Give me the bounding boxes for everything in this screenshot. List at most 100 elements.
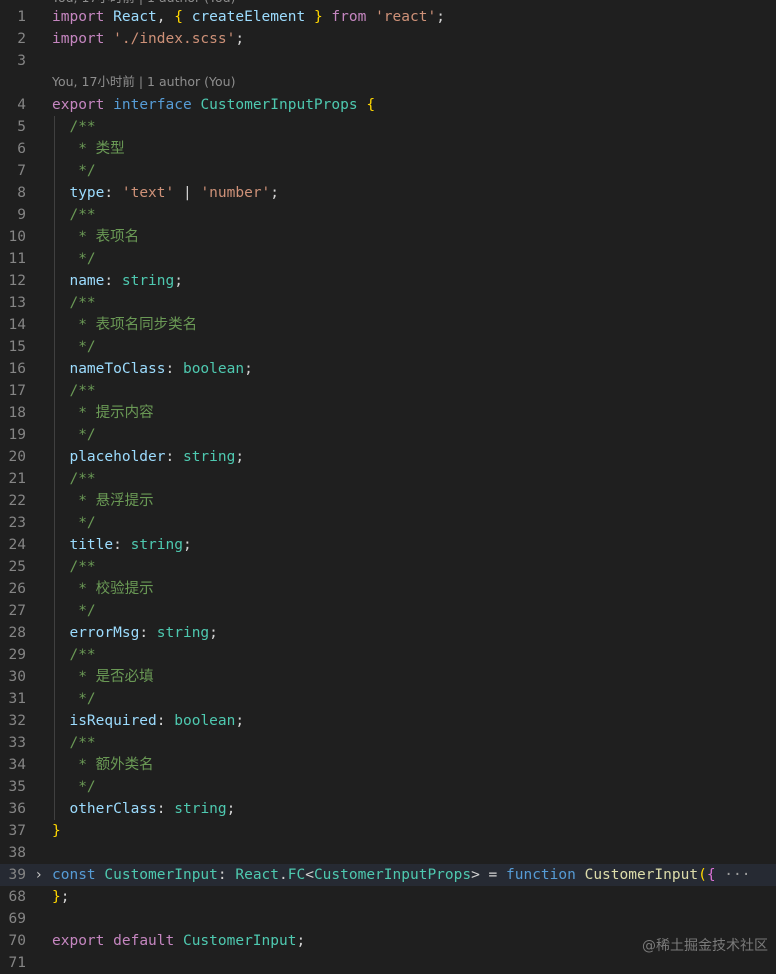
code-line[interactable]: 12 name: string;: [0, 270, 776, 292]
code-token: string: [174, 801, 227, 817]
code-token: */: [52, 251, 96, 267]
code-token: */: [52, 779, 96, 795]
code-line[interactable]: 22 * 悬浮提示: [0, 490, 776, 512]
line-number: 2: [17, 31, 26, 47]
code-line[interactable]: 23 */: [0, 512, 776, 534]
fold-ellipsis[interactable]: ···: [716, 867, 750, 883]
code-line[interactable]: 11 */: [0, 248, 776, 270]
code-line[interactable]: 5 /**: [0, 116, 776, 138]
code-line[interactable]: 14 * 表项名同步类名: [0, 314, 776, 336]
code-line[interactable]: 36 otherClass: string;: [0, 798, 776, 820]
code-line[interactable]: 38: [0, 842, 776, 864]
code-line[interactable]: 1 import React, { createElement } from 'r…: [0, 6, 776, 28]
code-token: */: [52, 691, 96, 707]
code-line[interactable]: 10 * 表项名: [0, 226, 776, 248]
code-token: 'react': [375, 9, 437, 25]
code-line[interactable]: 69: [0, 908, 776, 930]
code-line[interactable]: 24 title: string;: [0, 534, 776, 556]
code-text: * 类型: [52, 138, 124, 160]
line-number: 15: [8, 339, 26, 355]
code-token: */: [52, 515, 96, 531]
code-line[interactable]: 30 * 是否必填: [0, 666, 776, 688]
code-line[interactable]: 2 import './index.scss';: [0, 28, 776, 50]
code-token: string: [182, 449, 236, 465]
line-number: 38: [8, 845, 26, 861]
code-line[interactable]: 9 /**: [0, 204, 776, 226]
code-text: };: [52, 886, 69, 908]
code-token: ;: [436, 9, 445, 25]
code-line[interactable]: 37}: [0, 820, 776, 842]
line-number: 7: [17, 163, 26, 179]
code-text: /**: [52, 644, 95, 666]
code-line[interactable]: 16 nameToClass: boolean;: [0, 358, 776, 380]
code-line[interactable]: 71: [0, 952, 776, 974]
code-line[interactable]: 20 placeholder: string;: [0, 446, 776, 468]
code-token: interface: [113, 97, 192, 113]
line-number: 25: [8, 559, 26, 575]
line-number: 21: [8, 471, 26, 487]
code-token: ;: [60, 889, 70, 905]
code-token: :: [165, 361, 183, 377]
code-line[interactable]: 21 /**: [0, 468, 776, 490]
code-line[interactable]: 32 isRequired: boolean;: [0, 710, 776, 732]
code-line[interactable]: 33 /**: [0, 732, 776, 754]
code-line[interactable]: 19 */: [0, 424, 776, 446]
code-token: function: [506, 867, 576, 883]
code-token: * 表项名同步类名: [52, 317, 198, 333]
code-token: * 提示内容: [52, 405, 154, 421]
code-line[interactable]: 25 /**: [0, 556, 776, 578]
code-line[interactable]: 31 */: [0, 688, 776, 710]
code-token: from: [331, 9, 367, 25]
code-line[interactable]: 13 /**: [0, 292, 776, 314]
code-line[interactable]: 15 */: [0, 336, 776, 358]
code-token: 'number': [200, 185, 271, 201]
code-line[interactable]: 18 * 提示内容: [0, 402, 776, 424]
code-token: ;: [235, 713, 245, 729]
code-line[interactable]: 68};: [0, 886, 776, 908]
chevron-right-icon[interactable]: ›: [36, 864, 42, 886]
code-token: export: [52, 933, 105, 949]
code-line[interactable]: 35 */: [0, 776, 776, 798]
code-text: * 是否必填: [52, 666, 153, 688]
code-line-folded[interactable]: 39 › const CustomerInput: React.FC<Custome…: [0, 864, 776, 886]
code-line[interactable]: 28 errorMsg: string;: [0, 622, 776, 644]
code-token: * 额外类名: [52, 757, 154, 773]
line-number: 20: [8, 449, 26, 465]
code-line[interactable]: 26 * 校验提示: [0, 578, 776, 600]
code-line[interactable]: 27 */: [0, 600, 776, 622]
line-number: 22: [8, 493, 26, 509]
watermark: @稀土掘金技术社区: [642, 938, 768, 954]
code-text: * 校验提示: [52, 578, 153, 600]
code-text: otherClass: string;: [52, 798, 235, 820]
code-token: /**: [52, 295, 96, 311]
code-text: * 提示内容: [52, 402, 154, 424]
code-editor[interactable]: You, 17小时前 | 1 author (You) You, 17小时前 |…: [0, 0, 776, 971]
code-text: /**: [52, 732, 95, 754]
line-number: 26: [8, 581, 26, 597]
code-text: * 表项名同步类名: [52, 314, 197, 336]
code-line[interactable]: 4 export interface CustomerInputProps {: [0, 94, 776, 116]
line-number: 39: [8, 867, 26, 883]
code-token: ;: [209, 625, 218, 641]
line-number: 12: [8, 273, 26, 289]
line-number: 31: [8, 691, 26, 707]
code-line[interactable]: 7 */: [0, 160, 776, 182]
blame-annotation[interactable]: You, 17小时前 | 1 author (You): [0, 71, 776, 93]
code-token: > =: [471, 867, 507, 883]
code-token: */: [52, 427, 96, 443]
code-line[interactable]: 29 /**: [0, 644, 776, 666]
code-line[interactable]: 34 * 额外类名: [0, 754, 776, 776]
code-line[interactable]: 17 /**: [0, 380, 776, 402]
code-text: */: [52, 600, 95, 622]
code-text: /**: [52, 468, 95, 490]
code-line[interactable]: 8 type: 'text' | 'number';: [0, 182, 776, 204]
code-token: ;: [182, 537, 192, 553]
code-text: name: string;: [52, 270, 183, 292]
code-line[interactable]: 6 * 类型: [0, 138, 776, 160]
code-token: './index.scss': [113, 31, 236, 47]
code-line[interactable]: 3: [0, 50, 776, 72]
